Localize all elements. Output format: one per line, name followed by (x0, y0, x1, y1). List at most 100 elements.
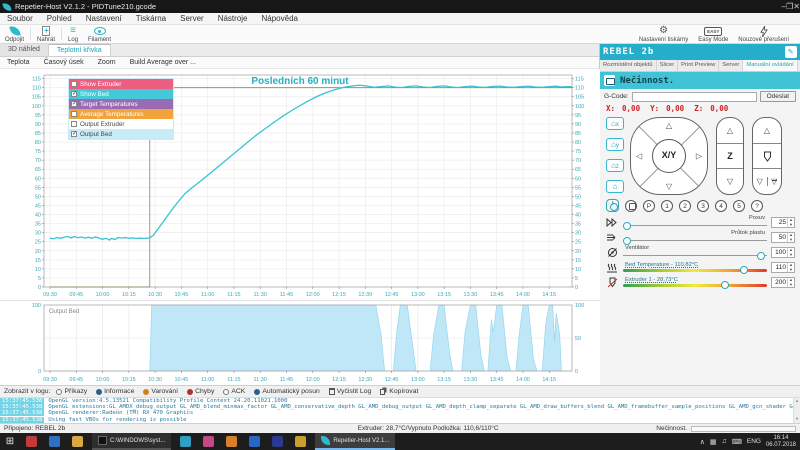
menu-item-0[interactable]: Soubor (0, 14, 40, 23)
app-n-dark-icon[interactable] (272, 436, 283, 447)
toolbar-connection-leaf-button[interactable]: Odpojit (0, 25, 29, 43)
retract-icon[interactable]: ▽ (767, 177, 782, 186)
legend-checkbox[interactable]: ✓ (71, 131, 77, 137)
extruder-temp-slider[interactable]: Extruder 1 - 28,73°C (623, 276, 767, 289)
spin-down-icon[interactable]: ▼ (788, 223, 794, 228)
bed-temp-slider[interactable]: Bed Temperature - 110,82°C (623, 261, 767, 274)
jog-y-plus-icon[interactable]: △ (666, 121, 672, 130)
extruder-jog-pad[interactable]: △ ▽ ▽ (752, 117, 782, 195)
preset-button-1[interactable]: 1 (661, 200, 673, 212)
legend-checkbox[interactable]: ✓ (71, 91, 77, 97)
chart-menu-item-0[interactable]: Teplota (0, 59, 37, 66)
feedrate-spinbox[interactable]: 25▲▼ (771, 217, 795, 228)
jog-z-plus-icon[interactable]: △ (717, 118, 743, 143)
legend-item-0[interactable]: Show Extruder (69, 79, 173, 89)
home-y-button[interactable]: ⌂y (606, 138, 624, 151)
chart-menu-item-3[interactable]: Build Average over ... (123, 59, 203, 66)
app-browser-icon[interactable] (295, 436, 306, 447)
feedrate-slider[interactable]: Posuv (623, 216, 767, 229)
menu-item-6[interactable]: Nápověda (255, 14, 305, 23)
home-z-button[interactable]: ⌂z (606, 159, 624, 172)
home-x-button[interactable]: ⌂x (606, 117, 624, 130)
bed-temp-spinbox[interactable]: 110▲▼ (771, 262, 795, 273)
view-tab-0[interactable]: 3D náhled (0, 44, 49, 56)
preset-button-3[interactable]: 3 (697, 200, 709, 212)
legend-item-2[interactable]: ✓Target Temperatures (69, 99, 173, 109)
send-gcode-button[interactable]: Odeslat (760, 91, 796, 102)
menu-item-5[interactable]: Nástroje (211, 14, 255, 23)
preset-button-?[interactable]: ? (751, 200, 763, 212)
app-shield-icon[interactable] (26, 436, 37, 447)
log-filter-7[interactable]: Kopírovat (377, 388, 421, 395)
chart-menu-item-1[interactable]: Časový úsek (37, 59, 91, 66)
extrude-up-icon[interactable]: △ (753, 118, 781, 143)
power-button[interactable] (606, 199, 619, 212)
log-scrollbar[interactable]: ▲ ▼ (793, 398, 800, 423)
extruder-temp-slider-knob[interactable] (721, 281, 729, 289)
log-filter-5[interactable]: Automatický posun (251, 388, 322, 395)
control-tab-0[interactable]: Rozmístění objektů (600, 60, 657, 71)
app-bars-icon[interactable] (226, 436, 237, 447)
log-filter-3[interactable]: Chyby (184, 388, 217, 395)
gcode-input[interactable] (632, 92, 757, 102)
preset-button-4[interactable]: 4 (715, 200, 727, 212)
extruder-temp-label[interactable]: Extruder 1 - 28,73°C (625, 277, 678, 283)
start-button[interactable]: ⊞ (0, 436, 20, 447)
flowrate-slider[interactable]: Průtok plastu (623, 231, 767, 244)
spin-down-icon[interactable]: ▼ (788, 283, 794, 288)
home-all-button[interactable]: ⌂ (606, 180, 624, 193)
extrude-down-icon[interactable]: ▽ (753, 177, 767, 186)
toolbar-emergency-stop-button[interactable]: Nouzové přerušení (733, 25, 794, 43)
menu-item-4[interactable]: Server (173, 14, 211, 23)
app-blue-arrow-icon[interactable] (249, 436, 260, 447)
flowrate-spinbox[interactable]: 50▲▼ (771, 232, 795, 243)
jog-y-minus-icon[interactable]: ▽ (666, 182, 672, 191)
flowrate-slider-knob[interactable] (623, 237, 631, 245)
legend-item-5[interactable]: ✓Output Bed (69, 129, 173, 139)
app-teal-circle-icon[interactable] (180, 436, 191, 447)
log-filter-4[interactable]: ACK (220, 388, 248, 395)
bed-temp-label[interactable]: Bed Temperature - 110,82°C (625, 262, 698, 268)
extruder-temp-spinbox[interactable]: 200▲▼ (771, 277, 795, 288)
language-indicator[interactable]: ENG (747, 438, 761, 445)
legend-checkbox[interactable]: ✓ (71, 101, 77, 107)
spin-down-icon[interactable]: ▼ (788, 238, 794, 243)
tray-icon-3[interactable]: ⌨ (732, 438, 742, 446)
tray-icon-2[interactable]: ♫ (722, 438, 727, 445)
toolbar-gear-button[interactable]: ⚙Nastavení tiskárny (634, 25, 693, 43)
menu-item-1[interactable]: Pohled (40, 14, 79, 23)
taskbar-cmd-window[interactable]: C:\WINDOWS\syst... (92, 433, 171, 450)
scroll-down-icon[interactable]: ▼ (794, 416, 800, 421)
tray-icon-0[interactable]: ∧ (700, 438, 705, 446)
control-tab-3[interactable]: Server (719, 60, 743, 71)
preset-button-P[interactable]: P (643, 200, 655, 212)
chart-menu-item-2[interactable]: Zoom (91, 59, 123, 66)
log-filter-1[interactable]: Informace (93, 388, 137, 395)
tray-icon-1[interactable]: ▦ (710, 438, 717, 446)
legend-item-1[interactable]: ✓Show Bed (69, 89, 173, 99)
legend-checkbox[interactable] (71, 111, 77, 117)
app-globe-icon[interactable] (49, 436, 60, 447)
toolbar-load-file-button[interactable]: Nahrát (32, 25, 60, 43)
spin-down-icon[interactable]: ▼ (788, 253, 794, 258)
toolbar-log-list-button[interactable]: ≡Log (63, 25, 83, 43)
log-filter-2[interactable]: Varování (140, 388, 181, 395)
legend-checkbox[interactable] (71, 121, 77, 127)
control-tab-4[interactable]: Manuální ovládání (743, 60, 797, 71)
view-tab-1[interactable]: Teplotní křivka (49, 44, 111, 56)
taskbar-clock[interactable]: 16:1406.07.2018 (766, 435, 796, 449)
preset-button-5[interactable]: 5 (733, 200, 745, 212)
close-button[interactable]: ✕ (793, 2, 800, 11)
spin-down-icon[interactable]: ▼ (788, 268, 794, 273)
toolbar-easy-mode-button[interactable]: EASYEasy Mode (693, 25, 733, 43)
log-filter-6[interactable]: Vyčistit Log (326, 388, 375, 395)
log-filter-0[interactable]: Příkazy (53, 388, 90, 395)
menu-item-2[interactable]: Nastavení (79, 14, 129, 23)
legend-item-4[interactable]: Output Extruder (69, 119, 173, 129)
jog-x-minus-icon[interactable]: ◁ (636, 152, 642, 161)
control-tab-2[interactable]: Print Preview (678, 60, 719, 71)
jog-z-minus-icon[interactable]: ▽ (717, 169, 743, 194)
fan-slider-knob[interactable] (757, 252, 765, 260)
edit-printer-button[interactable]: ✎ (785, 46, 797, 58)
app-pink-icon[interactable] (203, 436, 214, 447)
